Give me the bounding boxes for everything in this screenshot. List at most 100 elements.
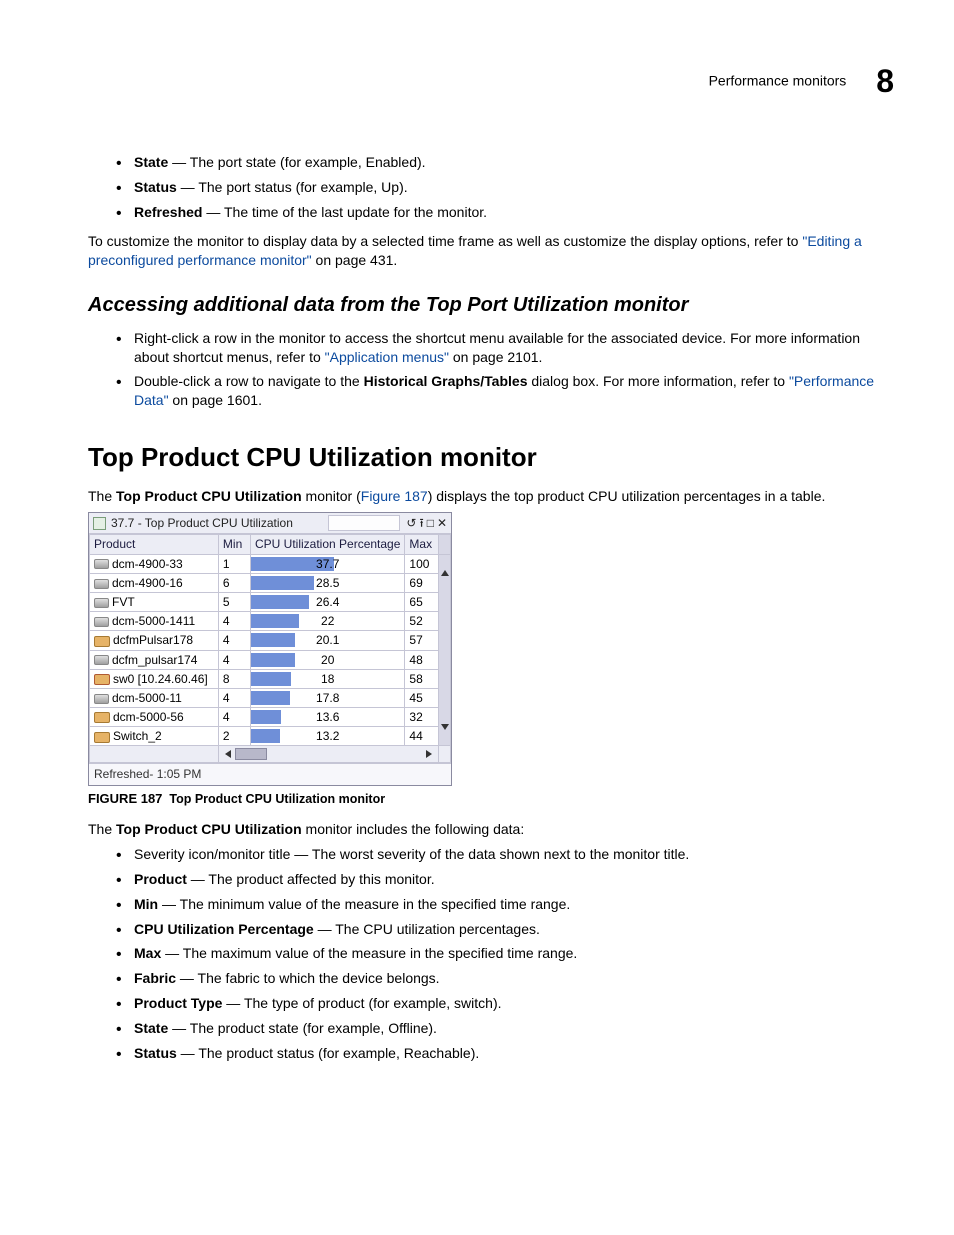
product-name: Switch_2 <box>113 729 162 743</box>
desc: — The port status (for example, Up). <box>177 179 408 195</box>
product-cell: dcm-4900-33 <box>90 554 219 573</box>
intro-paragraph: The Top Product CPU Utilization monitor … <box>88 487 894 506</box>
max-cell: 44 <box>405 727 439 746</box>
utilization-value: 26.4 <box>251 594 404 610</box>
min-cell: 6 <box>218 573 250 592</box>
utilization-value: 20.1 <box>251 632 404 648</box>
list-item: Severity icon/monitor title — The worst … <box>116 845 894 864</box>
device-icon <box>94 712 110 723</box>
desc: — The time of the last update for the mo… <box>202 204 487 220</box>
product-name: dcm-4900-16 <box>112 576 183 590</box>
table-row[interactable]: dcm-5000-11417.845 <box>90 688 451 707</box>
product-cell: dcfmPulsar178 <box>90 631 219 650</box>
hscroll-cell[interactable] <box>218 746 438 763</box>
subsection-heading: Accessing additional data from the Top P… <box>88 292 894 319</box>
device-icon <box>94 617 109 627</box>
table-row[interactable]: dcfm_pulsar17442048 <box>90 650 451 669</box>
max-cell: 69 <box>405 573 439 592</box>
col-pct[interactable]: CPU Utilization Percentage <box>251 535 405 554</box>
table-row[interactable]: sw0 [10.24.60.46]81858 <box>90 669 451 688</box>
cpu-utilization-monitor: 37.7 - Top Product CPU Utilization ↺ ⭱ □… <box>88 512 452 785</box>
max-cell: 100 <box>405 554 439 573</box>
scroll-corner <box>439 746 451 763</box>
term: Product <box>134 871 187 887</box>
term: Status <box>134 179 177 195</box>
scroll-up-icon[interactable] <box>441 570 449 576</box>
table-row[interactable]: dcm-4900-16 628.569 <box>90 573 451 592</box>
col-min[interactable]: Min <box>218 535 250 554</box>
desc: — The port state (for example, Enabled). <box>168 154 425 170</box>
pct-cell: 26.4 <box>251 592 405 611</box>
device-icon <box>94 636 110 647</box>
product-cell: FVT <box>90 592 219 611</box>
text: The <box>88 821 116 837</box>
max-cell: 32 <box>405 708 439 727</box>
maximize-icon[interactable]: □ <box>427 515 434 531</box>
term: State <box>134 154 168 170</box>
max-cell: 45 <box>405 688 439 707</box>
term: State <box>134 1020 168 1036</box>
refresh-icon[interactable]: ↺ <box>406 515 416 531</box>
table-row[interactable]: dcm-5000-56413.632 <box>90 708 451 727</box>
text: The <box>88 488 116 504</box>
desc: Severity icon/monitor title — The worst … <box>134 846 689 862</box>
pct-cell: 18 <box>251 669 405 688</box>
product-cell: dcm-5000-56 <box>90 708 219 727</box>
table-row[interactable]: dcm-4900-33137.7100 <box>90 554 451 573</box>
table-row[interactable]: dcm-5000-141142252 <box>90 612 451 631</box>
collapse-icon[interactable]: ⭱ <box>419 515 423 531</box>
min-cell: 5 <box>218 592 250 611</box>
term: Refreshed <box>134 204 202 220</box>
pct-cell: 37.7 <box>251 554 405 573</box>
product-name: dcm-5000-56 <box>113 710 184 724</box>
text: monitor includes the following data: <box>302 821 525 837</box>
device-icon <box>94 674 110 685</box>
table-row[interactable]: FVT526.465 <box>90 592 451 611</box>
list-item: Min — The minimum value of the measure i… <box>116 895 894 914</box>
utilization-value: 18 <box>251 671 404 687</box>
section-heading: Top Product CPU Utilization monitor <box>88 440 894 475</box>
col-max[interactable]: Max <box>405 535 439 554</box>
max-cell: 57 <box>405 631 439 650</box>
table-row[interactable]: Switch_2213.244 <box>90 727 451 746</box>
scroll-right-icon[interactable] <box>426 750 432 758</box>
list-item: Right-click a row in the monitor to acce… <box>116 329 894 367</box>
close-icon[interactable]: ✕ <box>437 515 447 531</box>
text: on page 2101. <box>449 349 542 365</box>
pct-cell: 17.8 <box>251 688 405 707</box>
list-item: Product Type — The type of product (for … <box>116 994 894 1013</box>
min-cell: 8 <box>218 669 250 688</box>
device-icon <box>94 559 109 569</box>
text: Top Product CPU Utilization <box>116 821 302 837</box>
device-icon <box>94 732 110 743</box>
scroll-left-icon[interactable] <box>225 750 231 758</box>
text: on page 431. <box>316 252 398 268</box>
pct-cell: 13.6 <box>251 708 405 727</box>
desc: — The CPU utilization percentages. <box>314 921 540 937</box>
device-icon <box>94 694 109 704</box>
min-cell: 4 <box>218 688 250 707</box>
desc: — The product status (for example, Reach… <box>177 1045 479 1061</box>
product-cell: dcm-5000-1411 <box>90 612 219 631</box>
monitor-blank-field[interactable] <box>328 515 400 531</box>
list-item: Status — The port status (for example, U… <box>116 178 894 197</box>
pct-cell: 28.5 <box>251 573 405 592</box>
desc: — The fabric to which the device belongs… <box>176 970 440 986</box>
figure-label: FIGURE 187 <box>88 791 162 806</box>
scroll-thumb[interactable] <box>235 748 267 760</box>
product-cell: dcm-5000-11 <box>90 688 219 707</box>
list-item: Status — The product status (for example… <box>116 1044 894 1063</box>
cross-reference-link[interactable]: "Application menus" <box>325 349 449 365</box>
table-row[interactable]: dcfmPulsar178420.157 <box>90 631 451 650</box>
figure-link[interactable]: Figure 187 <box>361 488 428 504</box>
desc: — The maximum value of the measure in th… <box>161 945 577 961</box>
text: monitor ( <box>302 488 361 504</box>
list-item: Refreshed — The time of the last update … <box>116 203 894 222</box>
list-item: State — The port state (for example, Ena… <box>116 153 894 172</box>
scroll-down-icon[interactable] <box>441 724 449 730</box>
vertical-scrollbar[interactable] <box>439 554 451 746</box>
product-cell: dcfm_pulsar174 <box>90 650 219 669</box>
device-icon <box>94 655 109 665</box>
col-product[interactable]: Product <box>90 535 219 554</box>
desc: — The product affected by this monitor. <box>187 871 435 887</box>
